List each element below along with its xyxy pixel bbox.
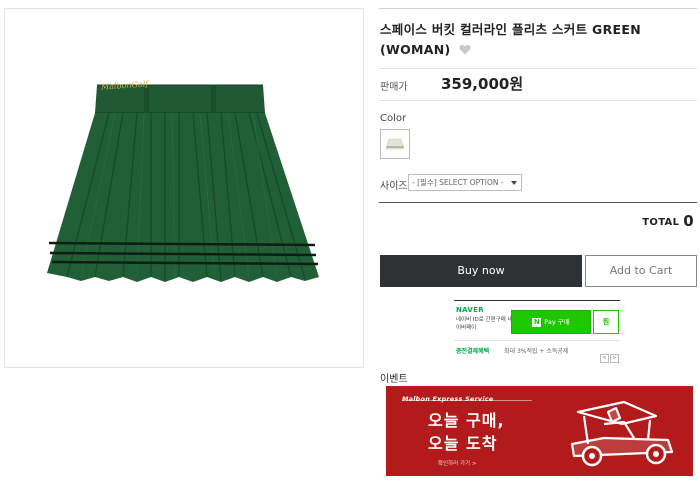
banner-headline-2: 오늘 도착 [428,434,498,453]
chevron-down-icon [511,181,517,185]
color-label: Color [380,113,407,124]
price-value: 359,000원 [441,75,524,93]
naver-benefit-label: 충전결제혜택 [456,348,490,355]
product-title: 스페이스 버킷 컬러라인 플리츠 스커트 GREEN (WOMAN) [380,20,696,60]
total-row: TOTAL 0 [642,212,694,230]
banner-headline-1: 오늘 구매, [428,411,505,430]
naver-benefit-text: 최대 3%적립 + 소득공제 [504,348,569,355]
banner-service-title: Malbon Express Service [402,395,494,403]
naver-benefit-pager: < > [599,344,619,363]
product-page: MalbonGolf 스페이스 버킷 컬러라인 플리츠 스커트 GREEN (W… [0,0,700,486]
express-service-banner[interactable]: Malbon Express Service 오늘 구매, 오늘 도착 확인하러… [386,386,693,476]
swatch-thumbnail [385,138,405,150]
skirt-image [47,84,319,282]
total-label: TOTAL [642,217,680,228]
naver-pay-widget: NAVER 네이버 ID로 간편구매 네이버페이 N Pay 구매 찜 충전결제혜… [454,300,620,363]
event-label: 이벤트 [380,374,408,385]
heart-icon[interactable] [459,44,471,55]
prev-icon[interactable]: < [600,354,609,363]
size-select[interactable]: - [필수] SELECT OPTION - [408,174,522,191]
top-divider [379,8,697,9]
options-divider [379,202,697,203]
price-label: 판매가 [380,82,408,93]
naver-pay-divider [454,300,620,301]
naver-pay-button-label: Pay 구매 [544,318,570,326]
product-title-text: 스페이스 버킷 컬러라인 플리츠 스커트 GREEN (WOMAN) [380,22,641,57]
golf-cart-illustration [570,400,674,467]
divider [379,100,697,101]
banner-divider [402,400,532,401]
naver-wish-button[interactable]: 찜 [593,310,619,334]
next-icon[interactable]: > [610,354,619,363]
color-swatch-green[interactable] [380,129,410,159]
buy-now-button[interactable]: Buy now [380,255,582,287]
banner-link[interactable]: 확인하러 가기 > [438,459,476,467]
size-label: 사이즈 [380,181,408,192]
naver-logo: NAVER [456,306,484,314]
naver-n-icon: N [532,318,542,327]
size-select-value: - [필수] SELECT OPTION - [412,178,504,187]
add-to-cart-button[interactable]: Add to Cart [585,255,697,287]
naver-pay-button[interactable]: N Pay 구매 [511,310,591,334]
naver-pay-description: 네이버 ID로 간편구매 네이버페이 [456,317,513,331]
product-image[interactable]: MalbonGolf [4,8,364,368]
divider [379,68,697,69]
total-value: 0 [683,212,694,230]
naver-pay-divider [454,340,620,341]
